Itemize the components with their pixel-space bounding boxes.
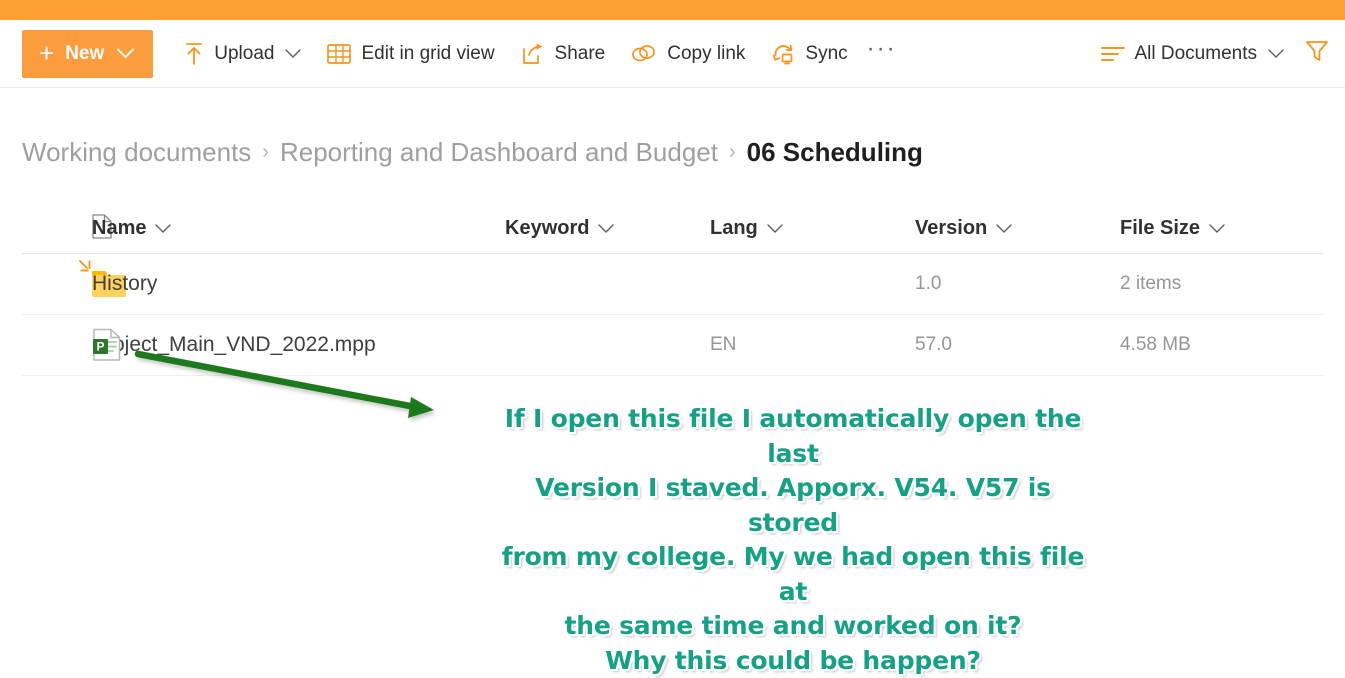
new-burst-icon	[78, 258, 96, 276]
plus-icon: +	[39, 37, 55, 68]
share-label: Share	[554, 42, 606, 64]
row-version-value: 1.0	[915, 273, 942, 294]
table-row[interactable]: P Project_Main_VND_2022.mpp EN 57.0 4.58…	[22, 315, 1323, 376]
row-name-cell[interactable]: History	[79, 260, 505, 296]
chevron-down-icon	[285, 48, 302, 59]
chevron-down-icon	[598, 223, 615, 234]
column-header-lang[interactable]: Lang	[710, 217, 915, 240]
new-button[interactable]: + New	[22, 29, 154, 78]
column-header-name[interactable]: Name	[92, 217, 505, 240]
column-header-keyword[interactable]: Keyword	[505, 217, 710, 240]
chevron-down-icon	[767, 223, 783, 234]
row-version-cell: 1.0	[915, 273, 1120, 295]
column-header-file-size[interactable]: File Size	[1120, 217, 1320, 240]
sync-label: Sync	[805, 42, 848, 64]
table-row[interactable]: History 1.0 2 items	[22, 254, 1323, 315]
chevron-down-icon	[996, 223, 1012, 234]
upload-button[interactable]: Upload	[171, 30, 314, 78]
new-button-label: New	[65, 42, 105, 64]
breadcrumb-separator: ›	[728, 140, 736, 163]
chevron-down-icon	[117, 48, 135, 59]
column-header-file-type[interactable]	[22, 213, 112, 244]
row-lang-cell: EN	[710, 334, 915, 356]
edit-in-grid-view-button[interactable]: Edit in grid view	[314, 30, 507, 78]
breadcrumb: Working documents › Reporting and Dashbo…	[22, 132, 923, 172]
edit-in-grid-view-label: Edit in grid view	[361, 42, 495, 64]
annotation-text: If I open this file I automatically open…	[501, 404, 1085, 675]
column-header-name-label: Name	[92, 217, 147, 239]
row-file-icon-cell: P	[22, 328, 121, 362]
row-lang-value: EN	[710, 334, 737, 355]
project-file-icon: P	[92, 328, 122, 362]
list-view-icon	[1100, 45, 1125, 63]
row-name-label: History	[92, 272, 158, 295]
filter-funnel-icon	[1304, 38, 1330, 69]
top-accent-bar	[0, 0, 1345, 20]
column-header-file-size-label: File Size	[1120, 217, 1201, 239]
row-file-size-value: 4.58 MB	[1120, 334, 1191, 355]
more-options-button[interactable]: ···	[861, 30, 903, 78]
upload-icon	[184, 42, 204, 66]
share-button[interactable]: Share	[508, 30, 619, 78]
link-icon	[631, 44, 657, 64]
grid-icon	[327, 43, 352, 65]
command-bar: + New Upload Edit in grid view Share Cop…	[0, 20, 1345, 88]
command-bar-right-group: All Documents	[1088, 20, 1338, 87]
table-header-row: Name Keyword Lang Version File Size	[22, 204, 1323, 254]
chevron-down-icon	[1268, 48, 1284, 59]
sync-button[interactable]: Sync	[758, 30, 860, 78]
column-header-lang-label: Lang	[710, 217, 758, 239]
breadcrumb-item-working-documents[interactable]: Working documents	[22, 137, 251, 168]
column-header-version-label: Version	[915, 217, 988, 239]
row-version-cell: 57.0	[915, 334, 1120, 356]
svg-text:P: P	[96, 340, 104, 354]
view-selector-button[interactable]: All Documents	[1088, 30, 1298, 78]
column-header-version[interactable]: Version	[915, 217, 1120, 240]
upload-label: Upload	[214, 42, 275, 64]
row-version-value: 57.0	[915, 334, 952, 355]
breadcrumb-separator: ›	[262, 140, 269, 163]
copy-link-button[interactable]: Copy link	[618, 30, 758, 78]
chevron-down-icon	[1209, 223, 1225, 234]
share-icon	[521, 43, 545, 65]
breadcrumb-item-current: 06 Scheduling	[746, 136, 923, 167]
row-file-size-value: 2 items	[1120, 273, 1182, 294]
copy-link-label: Copy link	[667, 42, 746, 64]
command-bar-left-group: + New Upload Edit in grid view Share Cop…	[22, 20, 903, 87]
documents-table: Name Keyword Lang Version File Size Hist…	[0, 204, 1345, 376]
chevron-down-icon	[155, 223, 172, 234]
column-header-keyword-label: Keyword	[505, 217, 590, 239]
filter-button[interactable]	[1297, 30, 1337, 78]
breadcrumb-item-reporting-and-dashboard-and-budget[interactable]: Reporting and Dashboard and Budget	[280, 137, 718, 168]
row-file-size-cell: 2 items	[1120, 273, 1320, 295]
row-file-size-cell: 4.58 MB	[1120, 334, 1320, 356]
view-selector-label: All Documents	[1134, 42, 1258, 64]
sync-icon	[771, 42, 795, 66]
row-name-label: Project_Main_VND_2022.mpp	[92, 333, 376, 356]
row-name-cell[interactable]: Project_Main_VND_2022.mpp	[92, 333, 505, 357]
